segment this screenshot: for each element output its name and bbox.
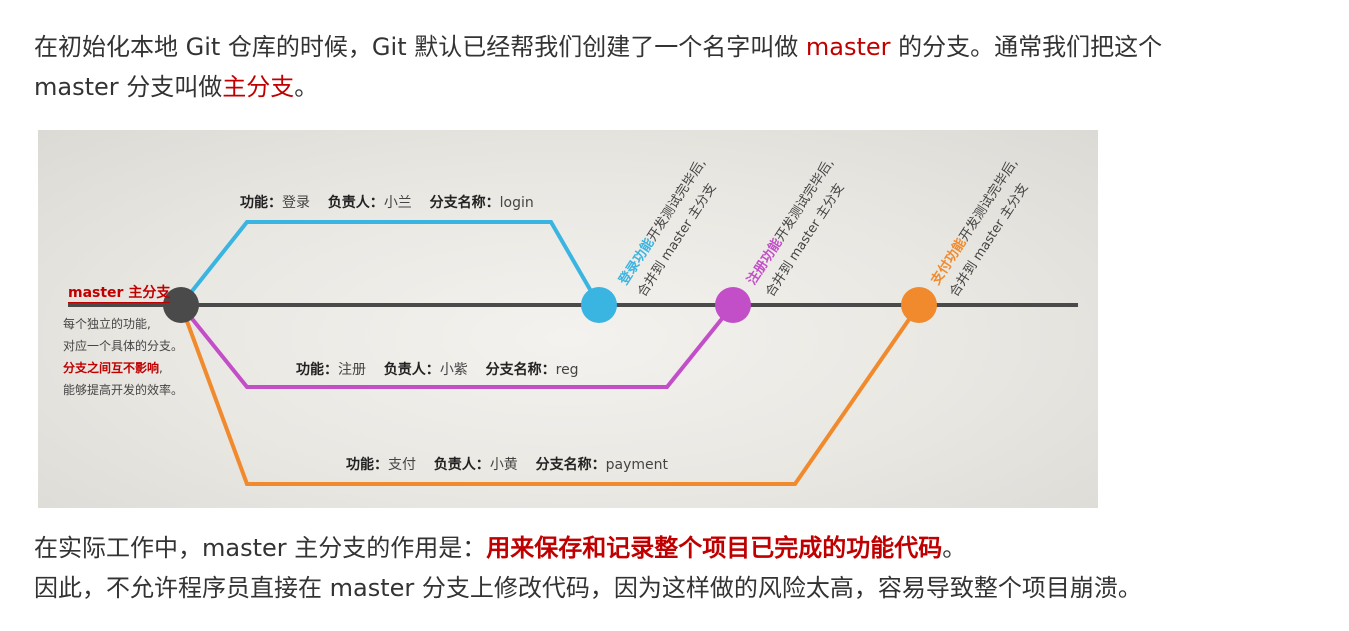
outro-text-2: 因此，不允许程序员直接在 master 分支上修改代码，因为这样做的风险太高，容… bbox=[34, 574, 1142, 602]
master-branch-title: master 主分支 bbox=[68, 282, 171, 303]
login-branch-name: login bbox=[499, 195, 534, 211]
login-name-key: 分支名称： bbox=[429, 195, 500, 211]
payment-feature-key: 功能： bbox=[346, 457, 388, 473]
master-note-2: 对应一个具体的分支。 bbox=[63, 339, 184, 353]
master-note-3-emphasis: 分支之间互不影响 bbox=[63, 361, 160, 375]
intro-text-1: 在初始化本地 Git 仓库的时候，Git 默认已经帮我们创建了一个名字叫做 bbox=[34, 33, 806, 61]
login-merge-node bbox=[581, 287, 617, 323]
intro-paragraph: 在初始化本地 Git 仓库的时候，Git 默认已经帮我们创建了一个名字叫做 ma… bbox=[34, 27, 1162, 107]
intro-text-3: master 分支叫做 bbox=[34, 73, 223, 101]
payment-owner: 小黄 bbox=[489, 457, 518, 473]
login-feature-key: 功能： bbox=[240, 195, 282, 211]
reg-owner: 小紫 bbox=[439, 362, 468, 378]
payment-name-key: 分支名称： bbox=[535, 457, 606, 473]
branch-lines bbox=[68, 220, 1078, 486]
payment-merge-node bbox=[901, 287, 937, 323]
login-feature: 登录 bbox=[282, 195, 310, 211]
outro-text-1: 在实际工作中，master 主分支的作用是： bbox=[34, 534, 487, 562]
login-owner: 小兰 bbox=[383, 195, 412, 211]
login-branch-line bbox=[179, 220, 601, 307]
intro-text-4: 。 bbox=[294, 73, 319, 101]
payment-owner-key: 负责人： bbox=[433, 457, 490, 473]
master-keyword: master bbox=[805, 33, 891, 61]
master-note-3: 分支之间互不影响, bbox=[63, 357, 183, 379]
master-note-1: 每个独立的功能, bbox=[63, 317, 151, 331]
login-owner-key: 负责人： bbox=[327, 195, 384, 211]
outro-emphasis: 用来保存和记录整个项目已完成的功能代码 bbox=[486, 534, 943, 562]
outro-text-end: 。 bbox=[942, 534, 967, 562]
master-note-3-tail: , bbox=[159, 361, 163, 375]
main-branch-keyword: 主分支 bbox=[222, 73, 295, 101]
master-notes: 每个独立的功能, 对应一个具体的分支。 分支之间互不影响, 能够提高开发的效率。 bbox=[63, 313, 183, 401]
payment-branch-name: payment bbox=[605, 457, 668, 473]
outro-paragraph: 在实际工作中，master 主分支的作用是：用来保存和记录整个项目已完成的功能代… bbox=[34, 528, 1142, 608]
reg-feature-key: 功能： bbox=[296, 362, 338, 378]
reg-branch-name: reg bbox=[555, 362, 579, 378]
reg-merge-node bbox=[715, 287, 751, 323]
reg-name-key: 分支名称： bbox=[485, 362, 556, 378]
payment-feature: 支付 bbox=[388, 457, 416, 473]
login-branch-label: 功能：登录 负责人：小兰 分支名称：login bbox=[240, 192, 534, 212]
reg-owner-key: 负责人： bbox=[383, 362, 440, 378]
master-note-4: 能够提高开发的效率。 bbox=[63, 383, 184, 397]
reg-feature: 注册 bbox=[338, 362, 366, 378]
reg-branch-label: 功能：注册 负责人：小紫 分支名称：reg bbox=[296, 359, 579, 379]
intro-text-2: 的分支。通常我们把这个 bbox=[890, 33, 1163, 61]
branch-diagram: master 主分支 每个独立的功能, 对应一个具体的分支。 分支之间互不影响,… bbox=[38, 130, 1098, 508]
payment-branch-label: 功能：支付 负责人：小黄 分支名称：payment bbox=[346, 454, 668, 474]
